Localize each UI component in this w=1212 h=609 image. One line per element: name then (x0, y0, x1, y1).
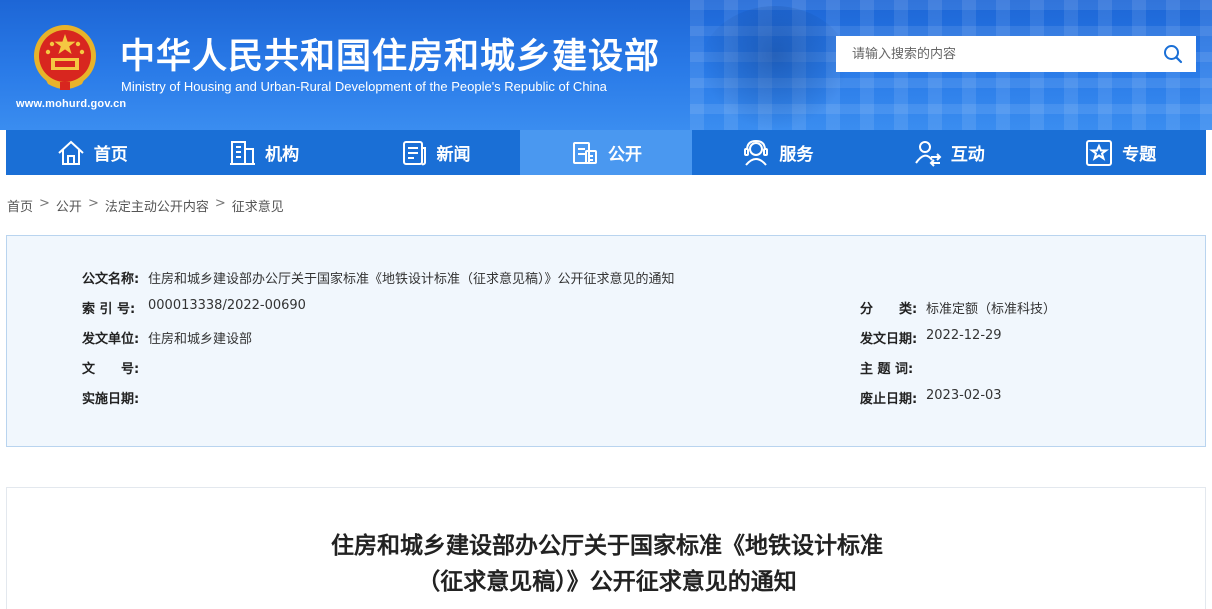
nav-item-label: 首页 (93, 145, 128, 165)
meta-category: 分 类: 标准定额（标准科技） (860, 298, 1056, 317)
nav-item-label: 专题 (1122, 145, 1157, 165)
breadcrumb-separator: > (214, 196, 226, 211)
meta-label: 分 类: (860, 302, 918, 317)
meta-label: 废止日期: (860, 392, 918, 407)
document-meta-box: 公文名称: 住房和城乡建设部办公厅关于国家标准《地铁设计标准（征求意见稿）》公开… (6, 235, 1206, 447)
search-input[interactable] (836, 36, 1150, 72)
main-nav: 首页 机构 新闻 公开 服务 互动 专题 (6, 130, 1206, 175)
meta-label: 发文日期: (860, 332, 918, 347)
star-icon (1086, 139, 1113, 166)
meta-keywords: 主 题 词: (860, 358, 926, 377)
meta-issuer: 发文单位: 住房和城乡建设部 (82, 328, 252, 347)
home-icon (58, 140, 84, 165)
article-title-line: 住房和城乡建设部办公厅关于国家标准《地铁设计标准 (331, 533, 883, 559)
breadcrumb-separator: > (39, 196, 50, 211)
meta-value: 住房和城乡建设部 (148, 332, 253, 347)
search-icon (1164, 45, 1183, 64)
site-url: www.mohurd.gov.cn (16, 98, 127, 110)
banner-tree-decoration (700, 6, 850, 130)
nav-item-topics[interactable]: 专题 (1035, 130, 1206, 175)
nav-item-organization[interactable]: 机构 (177, 130, 348, 175)
meta-label: 文 号: (82, 362, 140, 377)
article-title-line: （征求意见稿）》公开征求意见的通知 (417, 569, 797, 595)
nav-item-label: 机构 (265, 145, 300, 165)
header-banner: www.mohurd.gov.cn 中华人民共和国住房和城乡建设部 Minist… (0, 0, 1212, 130)
article-panel: 住房和城乡建设部办公厅关于国家标准《地铁设计标准 （征求意见稿）》公开征求意见的… (6, 487, 1206, 609)
meta-label: 公文名称: (82, 272, 140, 287)
news-icon (402, 140, 426, 165)
meta-expire-date: 废止日期: 2023-02-03 (860, 388, 1002, 407)
document-icon (572, 141, 597, 164)
meta-label: 发文单位: (82, 332, 140, 347)
meta-value: 标准定额（标准科技） (926, 302, 1057, 317)
meta-value: 2022-12-29 (926, 328, 1002, 343)
nav-item-label: 新闻 (436, 145, 471, 165)
nav-item-public[interactable]: 公开 (520, 130, 692, 175)
breadcrumb-separator: > (87, 196, 99, 211)
national-emblem-icon[interactable] (30, 22, 100, 94)
nav-item-label: 服务 (779, 145, 814, 165)
meta-label: 主 题 词: (860, 362, 914, 377)
site-title-en: Ministry of Housing and Urban-Rural Deve… (121, 79, 607, 94)
meta-doc-name: 公文名称: 住房和城乡建设部办公厅关于国家标准《地铁设计标准（征求意见稿）》公开… (82, 268, 675, 287)
service-icon (744, 139, 769, 166)
breadcrumb-public[interactable]: 公开 (56, 196, 82, 215)
breadcrumb-statutory-content[interactable]: 法定主动公开内容 (105, 196, 209, 215)
meta-value: 2023-02-03 (926, 388, 1002, 403)
nav-item-label: 互动 (950, 145, 985, 165)
breadcrumb: 首页 > 公开 > 法定主动公开内容 > 征求意见 (7, 196, 284, 215)
nav-item-service[interactable]: 服务 (692, 130, 863, 175)
meta-effective-date: 实施日期: (82, 388, 148, 407)
nav-item-interaction[interactable]: 互动 (863, 130, 1034, 175)
meta-doc-number: 文 号: (82, 358, 148, 377)
breadcrumb-home[interactable]: 首页 (7, 196, 33, 215)
meta-value: 住房和城乡建设部办公厅关于国家标准《地铁设计标准（征求意见稿）》公开征求意见的通… (148, 272, 675, 287)
meta-label: 实施日期: (82, 392, 140, 407)
interaction-icon (914, 140, 942, 167)
meta-value: 000013338/2022-00690 (148, 298, 306, 313)
building-icon (230, 140, 256, 165)
site-title-cn[interactable]: 中华人民共和国住房和城乡建设部 (120, 28, 660, 79)
nav-item-news[interactable]: 新闻 (349, 130, 520, 175)
meta-index: 索 引 号: 000013338/2022-00690 (82, 298, 306, 317)
nav-item-home[interactable]: 首页 (6, 130, 177, 175)
meta-issue-date: 发文日期: 2022-12-29 (860, 328, 1002, 347)
breadcrumb-solicit-comments[interactable]: 征求意见 (232, 196, 284, 215)
search-button[interactable] (1150, 36, 1196, 72)
meta-label: 索 引 号: (82, 302, 136, 317)
article-title: 住房和城乡建设部办公厅关于国家标准《地铁设计标准 （征求意见稿）》公开征求意见的… (7, 528, 1207, 600)
nav-item-label: 公开 (607, 145, 642, 165)
search-box (836, 36, 1196, 72)
